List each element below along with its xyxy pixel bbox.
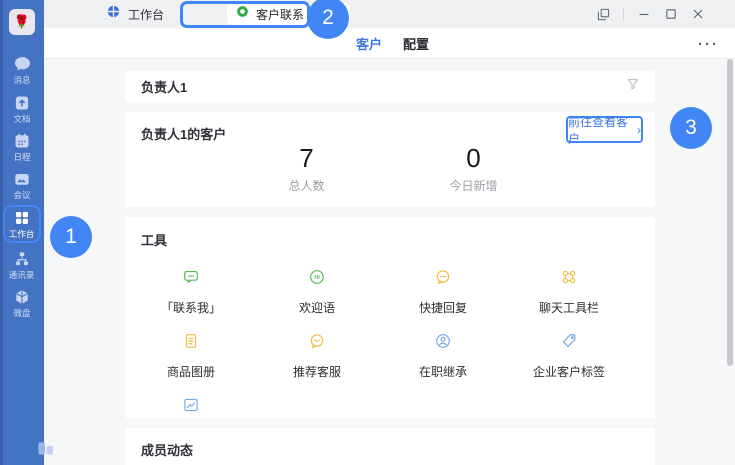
sidebar-item-label: 工作台 — [9, 229, 35, 239]
customer-stats: 7 总人数 0 今日新增 — [125, 143, 655, 194]
tool-label: 欢迎语 — [299, 299, 335, 316]
tool-chat-toolbar[interactable]: 聊天工具栏 — [506, 261, 632, 325]
calendar-icon — [13, 132, 31, 150]
sidebar-item-label: 会议 — [13, 190, 30, 200]
sidebar-item-label: 微盘 — [13, 308, 30, 318]
stat-new-today-label: 今日新增 — [390, 177, 557, 194]
customer-stats-icon — [182, 396, 200, 419]
contact-me-icon — [182, 268, 200, 291]
wecom-app-window: 🌹 消息 文档 日程 会议 — [0, 0, 735, 465]
quick-reply-icon — [434, 268, 452, 291]
chevron-right-icon: › — [637, 123, 641, 137]
customer-contact-icon — [236, 5, 249, 23]
meeting-icon — [13, 170, 31, 188]
sidebar-item-messages[interactable]: 消息 — [0, 56, 44, 86]
tab-label: 工作台 — [128, 6, 164, 23]
sidebar-item-docs[interactable]: 文档 — [0, 94, 44, 125]
svg-text:HI: HI — [314, 275, 320, 281]
tool-contact-me[interactable]: 「联系我」 — [128, 261, 254, 325]
tab-settings[interactable]: 配置 — [403, 34, 429, 53]
owner-filter-card: 负责人1 — [125, 71, 655, 102]
document-icon — [13, 94, 31, 112]
building-chart-icon — [36, 437, 56, 462]
tool-product-album[interactable]: 商品图册 — [128, 325, 254, 389]
tool-label: 在职继承 — [419, 363, 467, 380]
tool-recommend-agent[interactable]: 推荐客服 — [254, 325, 380, 389]
view-customers-link-label: 前往查看客户 — [568, 113, 633, 147]
tool-label: 企业客户标签 — [533, 363, 605, 380]
stat-new-today: 0 今日新增 — [390, 143, 557, 194]
window-controls — [590, 0, 711, 28]
tool-label: 快捷回复 — [419, 299, 467, 316]
tools-card-title: 工具 — [141, 233, 167, 248]
sidebar-item-workbench[interactable]: 工作台 — [0, 209, 44, 240]
tab-customers[interactable]: 客户 — [356, 34, 382, 53]
tab-bar: 工作台 客户联系 × — [44, 0, 735, 28]
customers-card-title: 负责人1的客户 — [141, 124, 226, 143]
annotation-box-3: 前往查看客户 › — [566, 116, 643, 143]
tool-label: 聊天工具栏 — [539, 299, 599, 316]
stat-total-value: 7 — [223, 143, 390, 173]
stat-total-label: 总人数 — [223, 177, 390, 194]
recommend-agent-icon — [308, 332, 326, 355]
minimize-icon[interactable] — [630, 0, 657, 28]
sidebar-item-contacts[interactable]: 通讯录 — [0, 250, 44, 281]
workbench-grid-icon — [13, 209, 31, 227]
sidebar-item-label: 文档 — [13, 114, 30, 124]
tab-workbench[interactable]: 工作台 — [90, 0, 227, 28]
more-menu-icon[interactable]: ··· — [698, 30, 719, 58]
tools-grid: 「联系我」 HI 欢迎语 快捷回复 聊天工具栏 — [125, 261, 655, 453]
onjob-inherit-icon — [434, 332, 452, 355]
chat-toolbar-icon — [560, 268, 578, 291]
tool-onjob-inherit[interactable]: 在职继承 — [380, 325, 506, 389]
owner-filter-title: 负责人1 — [141, 77, 187, 96]
customer-tag-icon — [560, 332, 578, 355]
tool-quick-reply[interactable]: 快捷回复 — [380, 261, 506, 325]
maximize-icon[interactable] — [657, 0, 684, 28]
window-controls-divider — [623, 8, 624, 21]
member-activity-title: 成员动态 — [141, 443, 193, 458]
sidebar-item-calendar[interactable]: 日程 — [0, 132, 44, 163]
tool-label: 推荐客服 — [293, 363, 341, 380]
member-activity-card: 成员动态 — [125, 428, 655, 465]
chat-bubble-icon — [13, 56, 32, 73]
page-header: 客户 配置 ··· — [44, 28, 735, 59]
funnel-icon[interactable] — [626, 77, 640, 96]
tool-label: 商品图册 — [167, 363, 215, 380]
stat-total: 7 总人数 — [223, 143, 390, 194]
sidebar-item-label: 通讯录 — [9, 270, 35, 280]
stat-new-today-value: 0 — [390, 143, 557, 173]
close-icon[interactable] — [684, 0, 711, 28]
sidebar: 🌹 消息 文档 日程 会议 — [0, 0, 44, 465]
tool-welcome-message[interactable]: HI 欢迎语 — [254, 261, 380, 325]
contacts-icon — [13, 250, 31, 268]
scrollbar-thumb[interactable] — [727, 59, 733, 366]
annotation-step-3: 3 — [670, 107, 712, 149]
annotation-step-1: 1 — [50, 216, 92, 258]
sidebar-item-label: 消息 — [13, 75, 30, 85]
drive-icon — [13, 288, 31, 306]
product-album-icon — [182, 332, 200, 355]
header-nav-tabs: 客户 配置 — [356, 28, 429, 58]
sidebar-item-meeting[interactable]: 会议 — [0, 170, 44, 201]
tab-label: 客户联系 — [256, 6, 304, 23]
tool-label: 「联系我」 — [161, 299, 221, 316]
welcome-message-icon: HI — [308, 268, 326, 291]
popout-icon[interactable] — [590, 0, 617, 28]
tool-customer-tag[interactable]: 企业客户标签 — [506, 325, 632, 389]
tools-card: 工具 「联系我」 HI 欢迎语 快捷回复 — [125, 217, 655, 418]
avatar[interactable]: 🌹 — [9, 9, 35, 35]
sidebar-item-drive[interactable]: 微盘 — [0, 288, 44, 319]
sidebar-item-label: 日程 — [13, 152, 30, 162]
view-customers-link[interactable]: 前往查看客户 › — [568, 118, 641, 141]
workbench-pie-icon — [107, 5, 120, 23]
